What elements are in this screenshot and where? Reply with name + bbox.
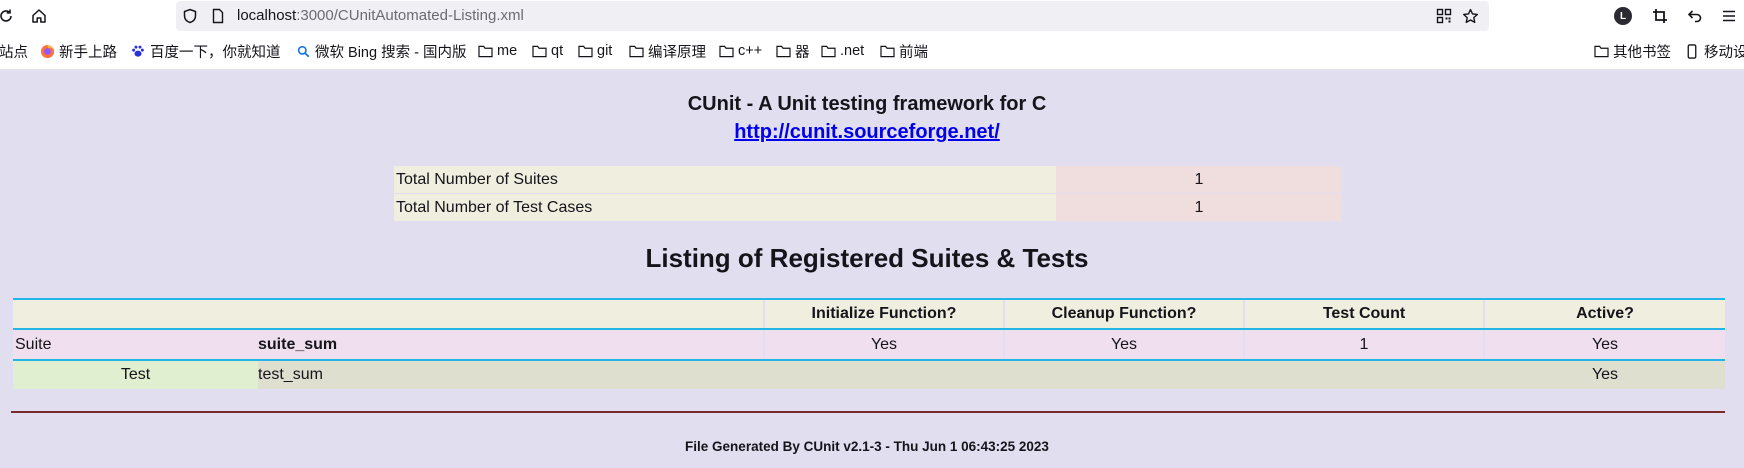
url-host: localhost <box>237 7 297 24</box>
bookmark-item[interactable]: 编译原理 <box>628 41 706 61</box>
suite-init: Yes <box>765 330 1005 359</box>
bookmark-label: 编译原理 <box>648 44 706 61</box>
test-row: Test test_sum Yes <box>13 361 1725 389</box>
bookmark-label: .net <box>840 43 865 59</box>
column-header-cleanup: Cleanup Function? <box>1005 300 1245 328</box>
bookmarks-bar: 站点 新手上路 百度一下，你就知道 微软 Bing 搜索 - 国内版 me qt… <box>0 32 1744 70</box>
url-path: :3000/CUnitAutomated-Listing.xml <box>296 7 524 24</box>
bookmark-item[interactable]: qt <box>531 41 563 61</box>
bookmark-item[interactable]: c++ <box>718 41 762 61</box>
column-header-active: Active? <box>1576 305 1634 322</box>
reload-icon[interactable] <box>0 4 18 28</box>
suite-row: Suite suite_sum Yes Yes 1 Yes <box>13 330 1725 361</box>
search-icon <box>295 43 311 59</box>
account-avatar[interactable]: L <box>1614 7 1632 25</box>
crop-icon[interactable] <box>1648 4 1672 28</box>
footer-text: File Generated By CUnit v2.1-3 - Thu Jun… <box>685 439 1049 454</box>
qr-code-icon[interactable] <box>1435 7 1453 25</box>
listing-header-row: Initialize Function? Cleanup Function? T… <box>13 298 1725 330</box>
summary-row: Total Number of Suites 1 <box>394 166 1342 193</box>
bookmark-label: qt <box>551 43 564 59</box>
folder-icon <box>628 43 644 59</box>
folder-icon <box>718 43 734 59</box>
address-bar[interactable]: localhost:3000/CUnitAutomated-Listing.xm… <box>176 1 1489 31</box>
cunit-homepage-link[interactable]: http://cunit.sourceforge.net/ <box>734 121 1000 143</box>
bookmark-label: c++ <box>738 43 763 59</box>
suite-cleanup: Yes <box>1005 330 1245 359</box>
test-type: Test <box>13 361 258 389</box>
test-active: Yes <box>1591 366 1619 383</box>
bookmark-item[interactable]: me <box>477 41 517 61</box>
column-header <box>258 300 765 328</box>
bookmark-item[interactable]: .net <box>820 41 864 61</box>
summary-label: Total Number of Test Cases <box>394 194 1056 221</box>
bookmark-label: git <box>597 43 613 59</box>
bookmark-label: me <box>497 43 518 59</box>
url-text[interactable]: localhost:3000/CUnitAutomated-Listing.xm… <box>237 7 524 25</box>
firefox-icon <box>39 43 55 59</box>
bookmark-label: 器 <box>795 44 810 61</box>
column-header <box>13 300 258 328</box>
folder-icon <box>775 43 791 59</box>
baidu-paw-icon <box>130 43 146 59</box>
bookmark-label: 其他书签 <box>1613 44 1671 61</box>
folder-icon <box>820 43 836 59</box>
bookmark-label: 新手上路 <box>59 44 117 61</box>
bookmark-item[interactable]: 其他书签 <box>1593 41 1671 61</box>
folder-icon <box>531 43 547 59</box>
page-title: CUnit - A Unit testing framework for C <box>687 93 1047 115</box>
summary-label: Total Number of Suites <box>394 166 1056 193</box>
shield-icon[interactable] <box>181 7 199 25</box>
folder-icon <box>1593 43 1609 59</box>
folder-icon <box>477 43 493 59</box>
bookmark-item[interactable]: git <box>577 41 612 61</box>
summary-row: Total Number of Test Cases 1 <box>394 194 1342 221</box>
header-link-wrapper: http://cunit.sourceforge.net/ <box>0 120 1734 144</box>
column-header-count: Test Count <box>1245 300 1485 328</box>
menu-icon[interactable] <box>1717 4 1741 28</box>
page-icon[interactable] <box>209 7 227 25</box>
bookmark-item[interactable]: 器 <box>775 41 810 61</box>
folder-icon <box>577 43 593 59</box>
suite-active: Yes <box>1591 335 1619 353</box>
browser-toolbar: localhost:3000/CUnitAutomated-Listing.xm… <box>0 0 1744 32</box>
summary-value: 1 <box>1056 166 1342 193</box>
bookmark-item[interactable]: 微软 Bing 搜索 - 国内版 <box>295 41 466 61</box>
undo-icon[interactable] <box>1683 4 1707 28</box>
suite-test-count: 1 <box>1245 330 1485 359</box>
bookmark-item[interactable]: 百度一下，你就知道 <box>130 41 281 61</box>
bookmark-item[interactable]: 移动设 <box>1684 41 1744 61</box>
suite-type: Suite <box>15 335 52 353</box>
test-name: test_sum <box>258 366 323 383</box>
bookmark-label: 移动设 <box>1704 44 1744 61</box>
summary-value: 1 <box>1056 194 1342 221</box>
bookmark-item[interactable]: 站点 <box>0 41 28 61</box>
bookmark-label: 微软 Bing 搜索 - 国内版 <box>315 44 467 61</box>
bookmark-label: 站点 <box>0 44 28 61</box>
suite-name: suite_sum <box>258 330 765 359</box>
summary-table: Total Number of Suites 1 Total Number of… <box>394 166 1342 222</box>
listing-title: Listing of Registered Suites & Tests <box>645 243 1089 273</box>
home-icon[interactable] <box>27 4 51 28</box>
page-content: CUnit - A Unit testing framework for C h… <box>0 71 1744 468</box>
bookmark-label: 前端 <box>899 44 928 61</box>
column-header-init: Initialize Function? <box>765 300 1005 328</box>
star-icon[interactable] <box>1461 7 1479 25</box>
bookmark-label: 百度一下，你就知道 <box>150 44 281 61</box>
bookmark-item[interactable]: 前端 <box>879 41 928 61</box>
folder-icon <box>879 43 895 59</box>
mobile-icon <box>1684 43 1700 59</box>
bookmark-item[interactable]: 新手上路 <box>39 41 117 61</box>
horizontal-rule <box>11 411 1725 413</box>
